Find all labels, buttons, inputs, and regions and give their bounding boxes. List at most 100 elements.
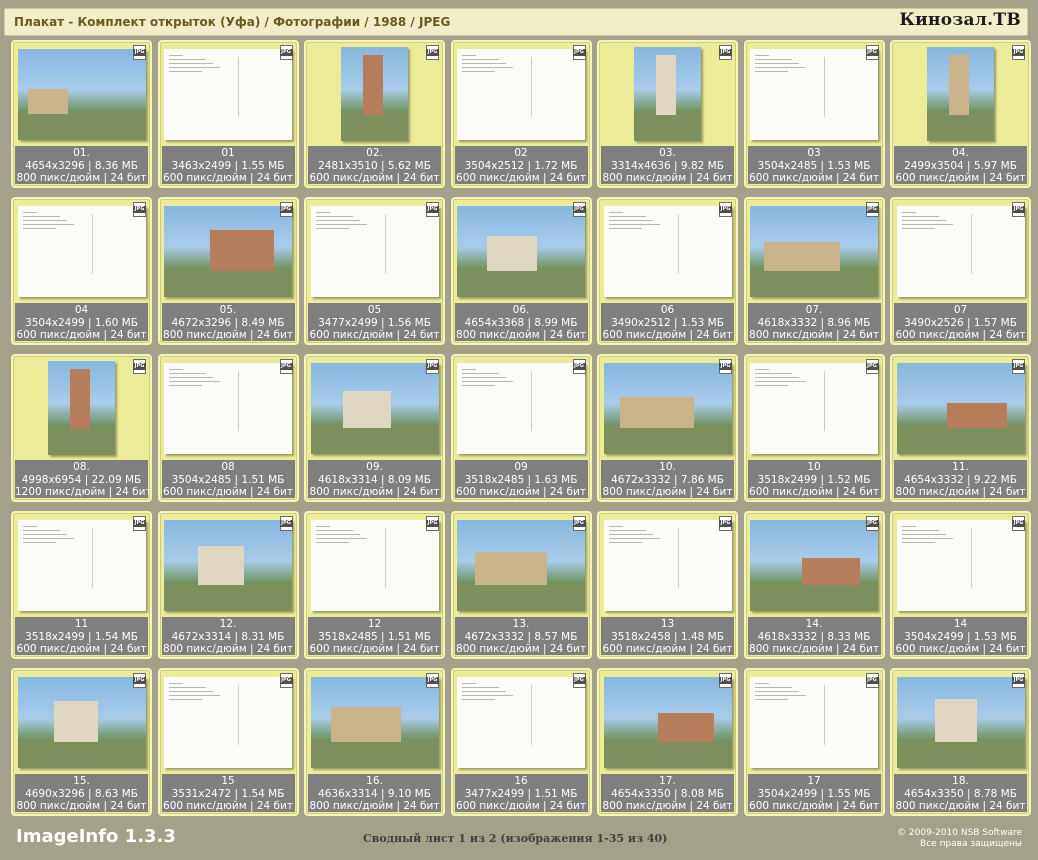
thumbnail-card[interactable]: JPG 03 3504x2485 | 1.53 МБ 600 пикс/дюйм | … [743,40,885,188]
thumbnail-card[interactable]: JPG 11. 4654x3332 | 9.22 МБ 800 пикс/дюйм |… [890,354,1031,502]
thumbnail-label: 04 [74,304,89,316]
postcard-photo-thumbnail[interactable] [634,47,701,141]
caption-text-line [755,368,769,370]
postcard-photo-thumbnail[interactable] [164,519,292,611]
postcard-back-thumbnail[interactable] [310,205,439,297]
photo-ground [310,740,439,768]
thumbnail-card[interactable]: JPG 07. 4618x3332 | 8.96 МБ 800 пикс/дюйм |… [743,197,885,345]
postcard-photo-thumbnail[interactable] [310,362,439,454]
jpg-format-label: JPG [865,363,879,370]
thumbnail-card[interactable]: JPG 09. 4618x3314 | 8.09 МБ 800 пикс/дюйм |… [304,354,445,502]
thumbnail-dpi: 600 пикс/дюйм | 24 бит [749,800,879,812]
postcard-back-thumbnail[interactable] [310,519,439,611]
postcard-photo-thumbnail[interactable] [750,205,878,297]
thumbnail-dpi: 600 пикс/дюйм | 24 бит [602,329,733,341]
photo-building [210,230,274,272]
postcard-back-thumbnail[interactable] [896,205,1025,297]
thumbnail-frame [453,199,590,303]
postcard-photo-thumbnail[interactable] [17,676,146,768]
thumbnail-dpi: 600 пикс/дюйм | 24 бит [456,172,586,184]
postcard-photo-thumbnail[interactable] [164,205,292,297]
caption-text-line [462,368,476,370]
thumbnail-card[interactable]: JPG 14 3504x2499 | 1.53 МБ 600 пикс/дюйм | … [890,511,1031,659]
caption-text-line [315,541,349,543]
thumbnail-card[interactable]: JPG 10. 4672x3332 | 7.86 МБ 800 пикс/дюйм |… [597,354,738,502]
postcard-back-thumbnail[interactable] [457,676,585,768]
postcard-photo-thumbnail[interactable] [927,47,994,141]
postcard-photo-thumbnail[interactable] [17,48,146,140]
thumbnail-info: 17. 4654x3350 | 8.08 МБ 800 пикс/дюйм | 24… [601,774,734,812]
thumbnail-dims: 3504x2512 | 1.72 МБ [464,159,578,172]
photo-building [619,397,694,429]
thumbnail-card[interactable]: JPG 15. 4690x3296 | 8.63 МБ 800 пикс/дюйм |… [11,668,152,816]
thumbnail-card[interactable]: JPG 03. 3314x4636 | 9.82 МБ 800 пикс/дюйм |… [597,40,738,188]
thumbnail-dpi: 800 пикс/дюйм | 24 бит [895,486,1026,498]
postcard-photo-thumbnail[interactable] [750,519,878,611]
postcard-photo-thumbnail[interactable] [603,362,732,454]
postcard-back-thumbnail[interactable] [896,519,1025,611]
thumbnail-card[interactable]: JPG 16. 4636x3314 | 9.10 МБ 800 пикс/дюйм |… [304,668,445,816]
jpg-format-label: JPG [133,520,146,527]
thumbnail-card[interactable]: JPG 16 3477x2499 | 1.51 МБ 600 пикс/дюйм | … [450,668,592,816]
postcard-back-thumbnail[interactable] [457,362,585,454]
caption-text-line [315,533,360,535]
caption-text-line [901,215,939,217]
thumbnail-card[interactable]: JPG 04 3504x2499 | 1.60 МБ 600 пикс/дюйм | … [11,197,152,345]
postcard-back-thumbnail[interactable] [164,362,292,454]
caption-text-line [169,372,206,374]
thumbnail-card[interactable]: JPG 13. 4672x3332 | 8.57 МБ 800 пикс/дюйм |… [450,511,592,659]
postcard-photo-thumbnail[interactable] [48,361,115,455]
thumbnail-card[interactable]: JPG 02 3504x2512 | 1.72 МБ 600 пикс/дюйм | … [450,40,592,188]
thumbnail-card[interactable]: JPG 12. 4672x3314 | 8.31 МБ 800 пикс/дюйм |… [157,511,299,659]
postcard-back-thumbnail[interactable] [164,676,292,768]
thumbnail-card[interactable]: JPG 02. 2481x3510 | 5.62 МБ 600 пикс/дюйм |… [304,40,445,188]
thumbnail-info: 13. 4672x3332 | 8.57 МБ 800 пикс/дюйм | 24… [454,617,588,655]
thumbnail-card[interactable]: JPG 06 3490x2512 | 1.53 МБ 600 пикс/дюйм | … [597,197,738,345]
thumbnail-frame [892,42,1029,146]
thumbnail-card[interactable]: JPG 17. 4654x3350 | 8.08 МБ 800 пикс/дюйм |… [597,668,738,816]
thumbnail-card[interactable]: JPG 17 3504x2499 | 1.55 МБ 600 пикс/дюйм | … [743,668,885,816]
jpg-format-label: JPG [133,49,146,56]
thumbnail-info: 15. 4690x3296 | 8.63 МБ 800 пикс/дюйм | 24… [15,774,148,812]
thumbnail-card[interactable]: JPG 13 3518x2458 | 1.48 МБ 600 пикс/дюйм | … [597,511,738,659]
postcard-back-thumbnail[interactable] [750,676,878,768]
thumbnail-card[interactable]: JPG 01. 4654x3296 | 8.36 МБ 800 пикс/дюйм |… [11,40,152,188]
thumbnail-card[interactable]: JPG 14. 4618x3332 | 8.33 МБ 800 пикс/дюйм |… [743,511,885,659]
thumbnail-card[interactable]: JPG 12 3518x2485 | 1.51 МБ 600 пикс/дюйм | … [304,511,445,659]
thumbnail-dims: 3463x2499 | 1.55 МБ [171,159,285,172]
thumbnail-dims: 3518x2499 | 1.54 МБ [25,630,138,643]
thumbnail-card[interactable]: JPG 01 3463x2499 | 1.55 МБ 600 пикс/дюйм | … [157,40,299,188]
postcard-photo-thumbnail[interactable] [896,362,1025,454]
thumbnail-card[interactable]: JPG 09 3518x2485 | 1.63 МБ 600 пикс/дюйм | … [450,354,592,502]
thumbnail-card[interactable]: JPG 11 3518x2499 | 1.54 МБ 600 пикс/дюйм | … [11,511,152,659]
postcard-back-thumbnail[interactable] [603,519,732,611]
postcard-back-thumbnail[interactable] [164,48,292,140]
postcard-photo-thumbnail[interactable] [310,676,439,768]
postcard-photo-thumbnail[interactable] [457,519,585,611]
postcard-photo-thumbnail[interactable] [896,676,1025,768]
thumbnail-card[interactable]: JPG 08 3504x2485 | 1.51 МБ 600 пикс/дюйм | … [157,354,299,502]
postcard-back-thumbnail[interactable] [603,205,732,297]
jpg-format-label: JPG [279,363,293,370]
postcard-photo-thumbnail[interactable] [341,47,408,141]
thumbnail-card[interactable]: JPG 10 3518x2499 | 1.52 МБ 600 пикс/дюйм | … [743,354,885,502]
thumbnail-card[interactable]: JPG 08. 4998x6954 | 22.09 МБ 1200 пикс/дюйм… [11,354,152,502]
caption-text-line [22,227,56,229]
postcard-photo-thumbnail[interactable] [603,676,732,768]
thumbnail-card[interactable]: JPG 18. 4654x3350 | 8.78 МБ 800 пикс/дюйм |… [890,668,1031,816]
thumbnail-card[interactable]: JPG 07 3490x2526 | 1.57 МБ 600 пикс/дюйм | … [890,197,1031,345]
thumbnail-card[interactable]: JPG 06. 4654x3368 | 8.99 МБ 800 пикс/дюйм |… [450,197,592,345]
thumbnail-dims: 3504x2485 | 1.53 МБ [757,159,871,172]
jpg-format-icon: JPG [719,516,732,531]
postcard-back-thumbnail[interactable] [457,48,585,140]
thumbnail-card[interactable]: JPG 05 3477x2499 | 1.56 МБ 600 пикс/дюйм | … [304,197,445,345]
caption-text-line [315,211,330,213]
postcard-back-thumbnail[interactable] [17,205,146,297]
postcard-back-thumbnail[interactable] [17,519,146,611]
thumbnail-card[interactable]: JPG 04. 2499x3504 | 5.97 МБ 600 пикс/дюйм |… [890,40,1031,188]
postcard-back-thumbnail[interactable] [750,48,878,140]
postcard-back-thumbnail[interactable] [750,362,878,454]
postcard-photo-thumbnail[interactable] [457,205,585,297]
thumbnail-card[interactable]: JPG 05. 4672x3296 | 8.49 МБ 800 пикс/дюйм |… [157,197,299,345]
thumbnail-card[interactable]: JPG 15 3531x2472 | 1.54 МБ 600 пикс/дюйм | … [157,668,299,816]
